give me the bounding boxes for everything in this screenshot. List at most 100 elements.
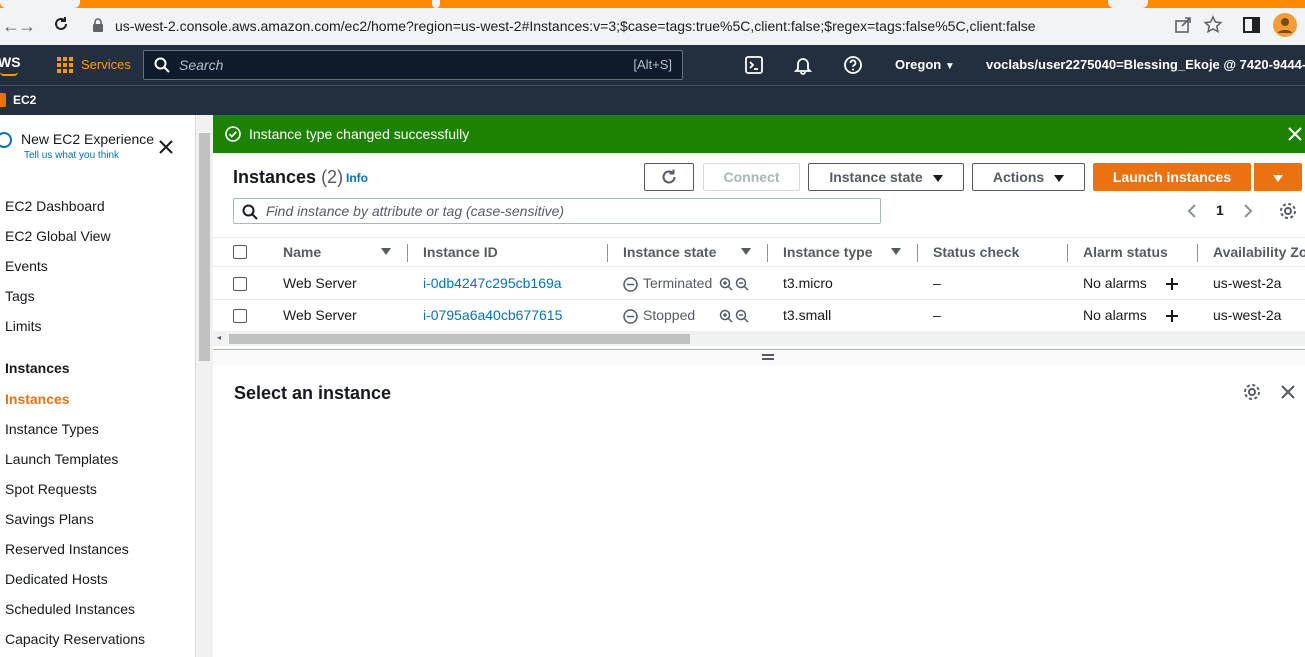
reload-icon[interactable] [50, 15, 72, 37]
column-separator[interactable] [407, 244, 408, 262]
zoom-out-icon[interactable] [735, 309, 749, 323]
filter-placeholder: Find instance by attribute or tag (case-… [266, 203, 565, 219]
sidebar-item-instance-types[interactable]: Instance Types [5, 421, 99, 437]
column-header-availability-zone[interactable]: Availability Zo [1213, 244, 1305, 260]
row-checkbox[interactable] [233, 309, 247, 323]
sidebar-item-limits[interactable]: Limits [5, 318, 42, 334]
launch-instances-button[interactable]: Launch instances [1093, 163, 1251, 191]
column-header-instance-state[interactable]: Instance state [623, 244, 716, 260]
filter-caret-icon[interactable] [381, 248, 391, 255]
connect-button[interactable]: Connect [703, 163, 800, 191]
caret-down-icon [1054, 174, 1065, 182]
row-checkbox[interactable] [233, 277, 247, 291]
actions-button[interactable]: Actions [972, 163, 1085, 191]
column-separator[interactable] [1197, 244, 1198, 262]
add-alarm-plus-icon[interactable] [1165, 277, 1179, 291]
resize-handle-icon[interactable] [762, 354, 774, 360]
column-separator[interactable] [607, 244, 608, 262]
zoom-in-icon[interactable] [719, 277, 733, 291]
refresh-button[interactable] [644, 163, 694, 191]
close-icon[interactable] [158, 139, 174, 155]
search-input[interactable]: Search [Alt+S] [143, 50, 683, 80]
add-alarm-plus-icon[interactable] [1165, 309, 1179, 323]
table-row[interactable]: Web Server i-0795a6a40cb677615 Stopped t… [213, 300, 1305, 332]
instance-state-label: Instance state [829, 169, 923, 185]
column-header-instance-id[interactable]: Instance ID [423, 244, 498, 260]
aws-logo[interactable]: WS [0, 54, 21, 70]
sidebar-section-instances[interactable]: Instances [5, 360, 70, 376]
previous-page-icon[interactable] [1185, 203, 1199, 219]
scrollbar-thumb[interactable] [199, 133, 210, 361]
notifications-bell-icon[interactable] [793, 55, 813, 75]
current-page[interactable]: 1 [1216, 202, 1224, 218]
details-close-icon[interactable] [1281, 385, 1295, 399]
instance-state-button[interactable]: Instance state [808, 163, 964, 191]
help-icon[interactable] [843, 55, 863, 75]
sidebar-item-events[interactable]: Events [5, 258, 48, 274]
column-separator[interactable] [1067, 244, 1068, 262]
tab-inactive[interactable] [1108, 0, 1148, 8]
zoom-out-icon[interactable] [735, 277, 749, 291]
table-row[interactable]: Web Server i-0db4247c295cb169a Terminate… [213, 268, 1305, 300]
preferences-gear-icon[interactable] [1279, 202, 1297, 220]
new-experience-toggle[interactable] [0, 132, 12, 148]
zoom-in-icon[interactable] [719, 309, 733, 323]
sidebar-item-spot-requests[interactable]: Spot Requests [5, 481, 97, 497]
sidebar-item-ec2-global-view[interactable]: EC2 Global View [5, 228, 111, 244]
bookmark-star-icon[interactable] [1203, 15, 1223, 35]
table-horizontal-scrollbar[interactable]: ◂ [213, 331, 1305, 346]
aws-logo-smile [0, 72, 18, 76]
region-label: Oregon [895, 57, 942, 72]
scroll-left-arrow-icon[interactable]: ◂ [217, 333, 221, 342]
caret-down-icon [1272, 174, 1283, 182]
tab-inactive[interactable] [0, 0, 80, 8]
column-separator[interactable] [917, 244, 918, 262]
services-menu[interactable]: Services [81, 57, 131, 72]
info-link[interactable]: Info [346, 171, 368, 185]
column-header-status-check[interactable]: Status check [933, 244, 1019, 260]
forward-arrow-icon[interactable]: → [16, 15, 38, 37]
instance-filter-input[interactable]: Find instance by attribute or tag (case-… [233, 198, 881, 224]
stopped-status-icon [623, 309, 638, 324]
column-header-alarm-status[interactable]: Alarm status [1083, 244, 1168, 260]
service-name[interactable]: EC2 [13, 93, 36, 107]
sidebar-item-reserved-instances[interactable]: Reserved Instances [5, 541, 129, 557]
details-settings-gear-icon[interactable] [1243, 383, 1261, 401]
details-panel-title: Select an instance [234, 383, 392, 403]
column-separator[interactable] [767, 244, 768, 262]
cloudshell-icon[interactable] [744, 55, 764, 75]
split-panel-divider[interactable] [213, 349, 1305, 365]
flash-message: Instance type changed successfully [249, 126, 470, 142]
next-page-icon[interactable] [1241, 203, 1255, 219]
success-flashbar: Instance type changed successfully [213, 115, 1305, 153]
scrollbar-thumb[interactable] [229, 334, 690, 344]
sidebar-item-capacity-reservations[interactable]: Capacity Reservations [5, 631, 145, 647]
instance-id-link[interactable]: i-0db4247c295cb169a [423, 275, 562, 291]
instance-type: t3.small [783, 307, 832, 323]
share-icon[interactable] [1173, 15, 1193, 35]
sidebar-item-scheduled-instances[interactable]: Scheduled Instances [5, 601, 135, 617]
filter-caret-icon[interactable] [741, 248, 751, 255]
sidebar-item-savings-plans[interactable]: Savings Plans [5, 511, 94, 527]
sidebar-item-tags[interactable]: Tags [5, 288, 35, 304]
sidebar-item-ec2-dashboard[interactable]: EC2 Dashboard [5, 198, 105, 214]
side-panel-icon[interactable] [1242, 15, 1262, 35]
account-menu[interactable]: voclabs/user2275040=Blessing_Ekoje @ 742… [986, 57, 1305, 72]
profile-avatar[interactable] [1273, 13, 1297, 37]
sidebar-item-launch-templates[interactable]: Launch Templates [5, 451, 118, 467]
launch-dropdown-button[interactable] [1253, 163, 1302, 191]
instance-name: Web Server [283, 275, 357, 291]
column-header-name[interactable]: Name [283, 244, 321, 260]
address-bar[interactable]: us-west-2.console.aws.amazon.com/ec2/hom… [82, 11, 1242, 41]
services-grid-icon[interactable] [57, 57, 73, 73]
column-header-instance-type[interactable]: Instance type [783, 244, 872, 260]
sidebar-scrollbar[interactable] [196, 115, 213, 657]
select-all-checkbox[interactable] [233, 245, 247, 259]
sidebar-item-dedicated-hosts[interactable]: Dedicated Hosts [5, 571, 108, 587]
sidebar-item-instances[interactable]: Instances [5, 391, 70, 407]
feedback-link[interactable]: Tell us what you think [24, 150, 119, 161]
filter-caret-icon[interactable] [891, 248, 901, 255]
instance-id-link[interactable]: i-0795a6a40cb677615 [423, 307, 562, 323]
region-selector[interactable]: Oregon ▼ [895, 57, 955, 72]
dismiss-close-icon[interactable] [1287, 126, 1303, 142]
